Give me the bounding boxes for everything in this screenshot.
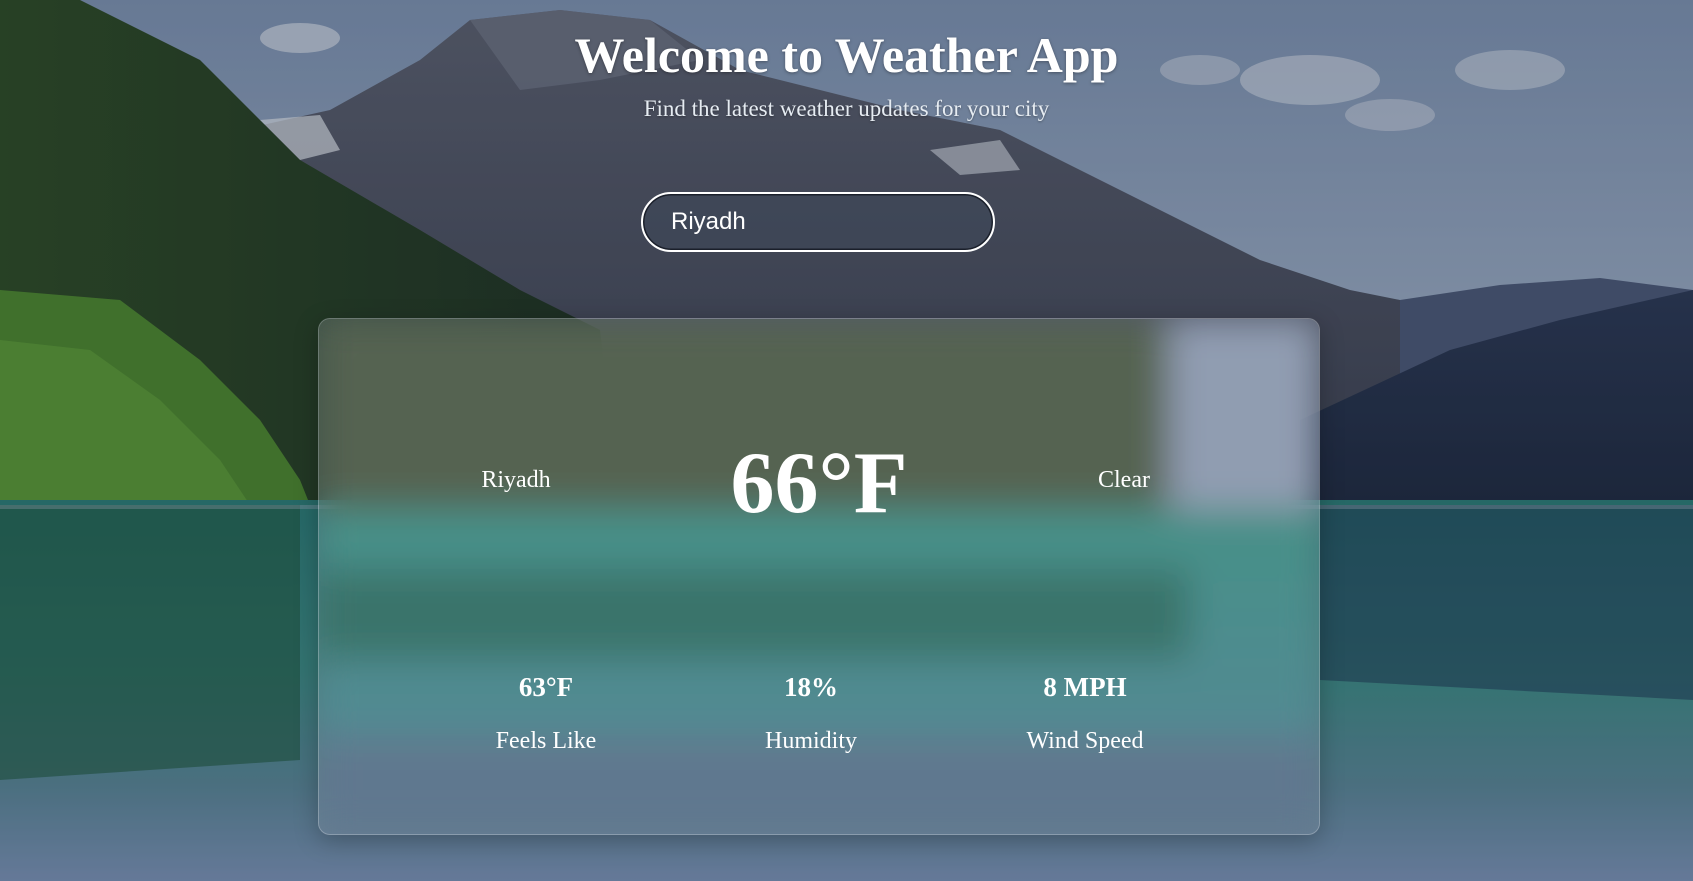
weather-stats: 63°F Feels Like 18% Humidity 8 MPH Wind … — [319, 669, 1319, 779]
stat-feels-like: 63°F Feels Like — [446, 669, 646, 756]
header: Welcome to Weather App Find the latest w… — [0, 22, 1693, 122]
feels-like-value: 63°F — [518, 672, 574, 702]
stat-wind-speed: 8 MPH Wind Speed — [985, 669, 1185, 756]
humidity-label: Humidity — [764, 728, 857, 754]
page-title: Welcome to Weather App — [574, 27, 1119, 83]
humidity-value: 18% — [784, 672, 838, 702]
city-search-input[interactable] — [641, 192, 995, 252]
weather-card: Riyadh 66°F Clear 63°F Feels Like 18% Hu… — [318, 318, 1320, 835]
search-container — [641, 192, 995, 252]
feels-like-label: Feels Like — [495, 728, 597, 754]
stat-humidity: 18% Humidity — [711, 669, 911, 756]
wind-speed-value: 8 MPH — [1043, 672, 1127, 702]
current-weather-row: Riyadh 66°F Clear — [319, 429, 1319, 539]
wind-speed-label: Wind Speed — [1026, 728, 1144, 754]
weather-condition: Clear — [1098, 467, 1150, 493]
page-subtitle: Find the latest weather updates for your… — [643, 96, 1050, 121]
city-name: Riyadh — [481, 467, 551, 493]
temperature-value: 66°F — [730, 435, 908, 532]
